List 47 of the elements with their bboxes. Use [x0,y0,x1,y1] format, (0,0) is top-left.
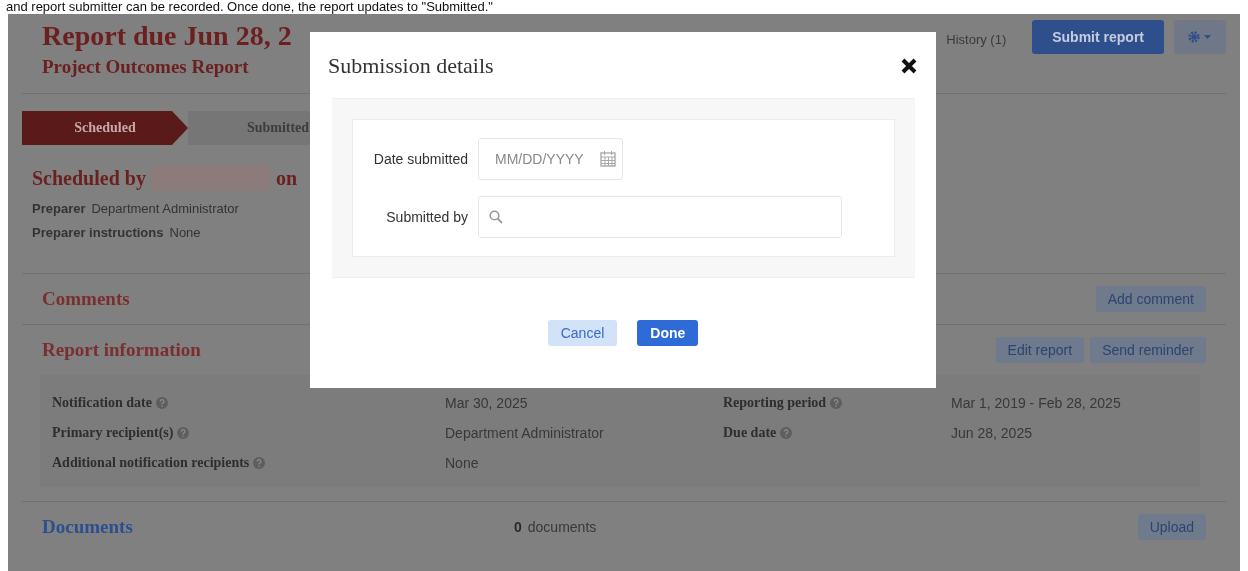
field-value: Mar 1, 2019 - Feb 28, 2025 [951,395,1122,411]
section-title: Documents [42,516,134,538]
upload-button[interactable]: Upload [1137,514,1206,540]
field-label: Submitted by [385,209,469,225]
field-label: Notification date [52,395,445,411]
section-title: Comments [42,288,131,310]
settings-menu-button[interactable] [1174,20,1226,54]
section-title: Report information [42,339,202,361]
dialog-title: Submission details [328,53,494,79]
calendar-icon [600,151,616,167]
preparer-label: Preparer [32,201,86,216]
field-label: Reporting period [723,395,951,411]
field-value: Department Administrator [445,425,605,441]
done-button[interactable]: Done [637,320,699,346]
help-icon [780,427,793,439]
page-subtitle: Project Outcomes Report [42,56,249,78]
page-title: Report due Jun 28, 2 [42,20,292,52]
help-icon [177,427,190,439]
field-label: Date submitted [372,151,469,167]
field-value: Jun 28, 2025 [951,425,1033,441]
history-link[interactable]: History (1) [946,32,1007,47]
field-label: Additional notification recipients [52,455,445,471]
help-icon [830,397,843,409]
search-field[interactable] [478,196,842,238]
scheduled-by-label: Scheduled by [32,166,146,190]
close-icon[interactable] [900,57,918,75]
action-button[interactable]: Send reminder [1090,337,1206,363]
field-value: None [445,455,480,471]
field-label: Due date [723,425,951,441]
date-field[interactable]: MM/DD/YYYY [478,138,623,180]
document-count: 0 documents [514,519,598,535]
preparer-label: Preparer instructions [32,225,164,240]
submit-report-button[interactable]: Submit report [1032,20,1164,54]
cancel-button[interactable]: Cancel [547,320,618,346]
add-comment-button[interactable]: Add comment [1095,286,1206,312]
search-icon [489,210,503,224]
settings-icon [1188,31,1212,43]
help-icon [253,457,266,469]
field-label: Primary recipient(s) [52,425,445,441]
preparer-value: Department Administrator [91,201,239,216]
preparer-value: None [169,225,201,240]
action-button[interactable]: Edit report [995,337,1085,363]
scheduled-on-label: on [275,166,298,190]
field-value: Mar 30, 2025 [445,395,529,411]
help-icon [155,397,168,409]
caption-text: and report submitter can be recorded. Once done, the report updates to "Submitted." [5,0,494,14]
progress-step: Scheduled [22,111,188,145]
